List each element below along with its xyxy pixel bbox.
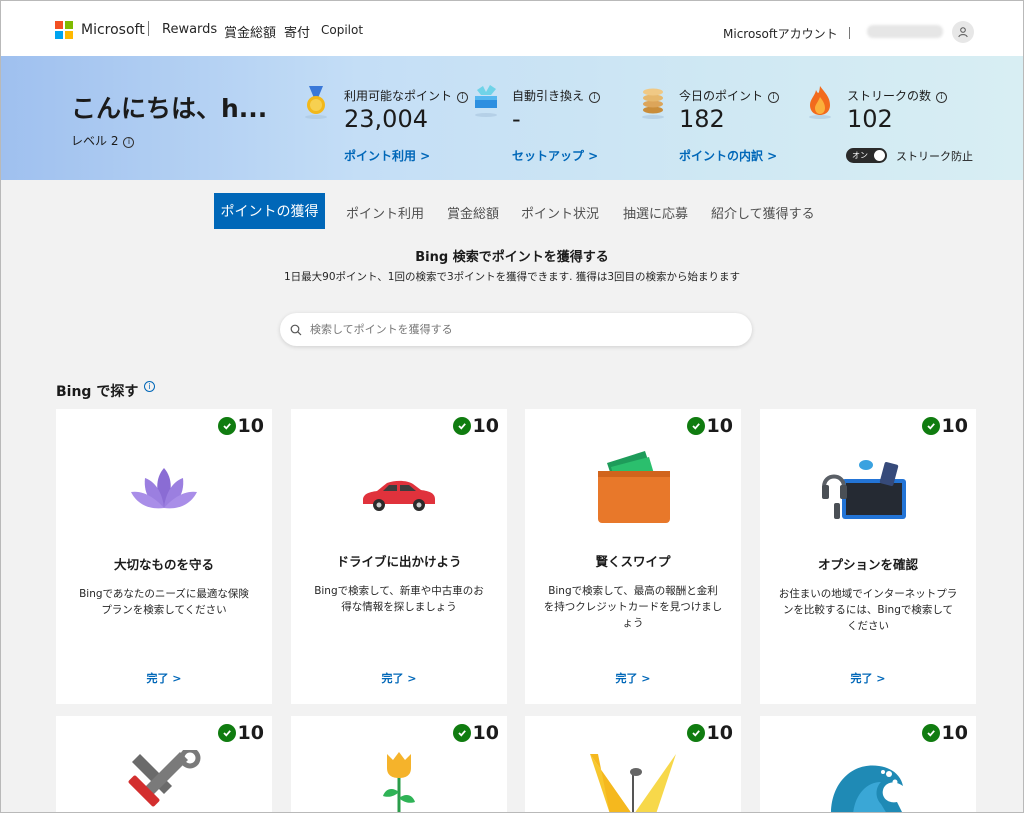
offer-card-credit[interactable]: 10 賢くスワイプ Bingで検索して、最高の報酬と金利を持つクレジットカードを…: [525, 409, 741, 704]
search-box[interactable]: [280, 313, 752, 346]
offer-card[interactable]: 10: [760, 716, 976, 812]
browser-frame: Microsoft Rewards 賞金総額 寄付 Copilot Micros…: [0, 0, 1024, 813]
account-label[interactable]: Microsoftアカウント: [723, 25, 838, 42]
stat-label-today-points: 今日のポイント i: [679, 87, 780, 104]
points-badge: 10: [921, 415, 968, 437]
offer-card-internet[interactable]: 10 オプションを確認 お住まいの地域でインターネットプランを比較するには、Bi…: [760, 409, 976, 704]
microsoft-logo-icon[interactable]: [55, 21, 73, 39]
points-badge: 10: [452, 415, 499, 437]
info-icon[interactable]: i: [123, 136, 135, 148]
toggle-state: オン: [852, 151, 868, 160]
setup-link[interactable]: セットアップ >: [512, 147, 598, 164]
tab-points-status[interactable]: ポイント状況: [521, 203, 599, 222]
available-points-value: 23,004: [344, 105, 428, 133]
brand-name[interactable]: Microsoft: [81, 22, 145, 38]
points-badge: 10: [452, 722, 499, 744]
nav-rewards[interactable]: Rewards: [162, 22, 217, 37]
account-name-redacted[interactable]: [867, 25, 943, 38]
person-icon: [958, 27, 968, 38]
points-badge: 10: [686, 415, 733, 437]
card-complete-link[interactable]: 完了 >: [291, 670, 507, 686]
card-title: 賢くスワイプ: [595, 554, 671, 569]
card-title: ドライブに出かけよう: [336, 554, 462, 569]
toggle-knob: [874, 150, 885, 161]
stat-label-auto-redeem: 自動引き換え i: [512, 87, 601, 104]
check-icon: [452, 724, 471, 742]
tulip-icon: [291, 746, 507, 812]
search-icon: [290, 324, 302, 335]
top-nav-bar: Microsoft Rewards 賞金総額 寄付 Copilot Micros…: [1, 1, 1023, 56]
offer-card-drive[interactable]: 10 ドライブに出かけよう Bingで検索して、新車や中古車のお得な情報を探しま…: [291, 409, 507, 704]
tab-redeem[interactable]: ポイント利用: [346, 203, 424, 222]
check-icon: [686, 417, 705, 435]
tab-earn-points[interactable]: ポイントの獲得: [214, 193, 325, 229]
info-icon[interactable]: i: [768, 91, 780, 103]
offer-card[interactable]: 10: [291, 716, 507, 812]
card-title: オプションを確認: [817, 557, 918, 572]
check-icon: [217, 724, 236, 742]
wave-icon: [760, 752, 976, 812]
check-icon: [921, 417, 940, 435]
check-icon: [217, 417, 236, 435]
nav-divider: [148, 21, 149, 36]
gift-box-icon: [475, 85, 497, 117]
tools-icon: [56, 750, 272, 812]
coin-stack-icon: [642, 88, 664, 119]
card-complete-link[interactable]: 完了 >: [525, 670, 741, 686]
card-description: お住まいの地域でインターネットプランを比較するには、Bingで検索してください: [778, 588, 958, 632]
auto-redeem-value: -: [512, 105, 521, 133]
lotus-icon: [56, 449, 272, 529]
medal-icon: [305, 86, 327, 119]
check-icon: [452, 417, 471, 435]
offer-card[interactable]: 10: [525, 716, 741, 812]
wallet-icon: [525, 447, 741, 527]
card-title: 大切なものを守る: [113, 557, 214, 572]
stat-label-available-points: 利用可能なポイント i: [344, 87, 469, 104]
streak-value: 102: [847, 105, 893, 133]
points-badge: 10: [686, 722, 733, 744]
account-divider: [849, 27, 850, 39]
avatar[interactable]: [952, 21, 974, 43]
stage-lights-icon: [525, 752, 741, 812]
nav-copilot[interactable]: Copilot: [321, 23, 363, 37]
offer-card[interactable]: 10: [56, 716, 272, 812]
offer-card-insurance[interactable]: 10 大切なものを守る Bingであなたのニーズに最適な保険プランを検索してくだ…: [56, 409, 272, 704]
card-complete-link[interactable]: 完了 >: [760, 670, 976, 686]
redeem-points-link[interactable]: ポイント利用 >: [344, 147, 430, 164]
nav-donate[interactable]: 寄付: [284, 22, 310, 41]
car-icon: [291, 454, 507, 534]
flame-icon: [809, 86, 831, 119]
search-section-title: Bing 検索でポイントを獲得する: [415, 250, 609, 265]
tab-enter-drawing[interactable]: 抽選に応募: [623, 203, 688, 222]
level-label: レベル 2: [71, 134, 119, 148]
info-icon[interactable]: i: [457, 91, 469, 103]
points-badge: 10: [217, 722, 264, 744]
points-breakdown-link[interactable]: ポイントの内訳 >: [679, 147, 777, 164]
stat-label-streak: ストリークの数 i: [847, 87, 948, 104]
info-icon[interactable]: i: [936, 91, 948, 103]
card-description: Bingで検索して、最高の報酬と金利を持つクレジットカードを見つけましょう: [543, 585, 723, 629]
search-section-subtitle: 1日最大90ポイント、1回の検索で3ポイントを獲得できます. 獲得は3回目の検索…: [283, 271, 741, 283]
points-badge: 10: [217, 415, 264, 437]
streak-protection-toggle[interactable]: オン: [846, 148, 887, 163]
card-description: Bingで検索して、新車や中古車のお得な情報を探しましょう: [314, 585, 484, 613]
check-icon: [686, 724, 705, 742]
search-input[interactable]: [310, 323, 730, 336]
card-description: Bingであなたのニーズに最適な保険プランを検索してください: [79, 588, 249, 616]
tab-refer-and-earn[interactable]: 紹介して獲得する: [711, 203, 815, 222]
card-complete-link[interactable]: 完了 >: [56, 670, 272, 686]
points-badge: 10: [921, 722, 968, 744]
devices-icon: [760, 449, 976, 529]
section-title: Bing で探す: [56, 384, 139, 400]
today-points-value: 182: [679, 105, 725, 133]
tab-sweepstakes[interactable]: 賞金総額: [447, 203, 499, 222]
streak-protection-label: ストリーク防止: [896, 150, 973, 163]
info-icon[interactable]: i: [144, 381, 155, 392]
nav-sweepstakes[interactable]: 賞金総額: [224, 22, 276, 41]
level-info: レベル 2 i: [71, 132, 135, 149]
info-icon[interactable]: i: [589, 91, 601, 103]
check-icon: [921, 724, 940, 742]
greeting: こんにちは、h...: [71, 94, 268, 123]
